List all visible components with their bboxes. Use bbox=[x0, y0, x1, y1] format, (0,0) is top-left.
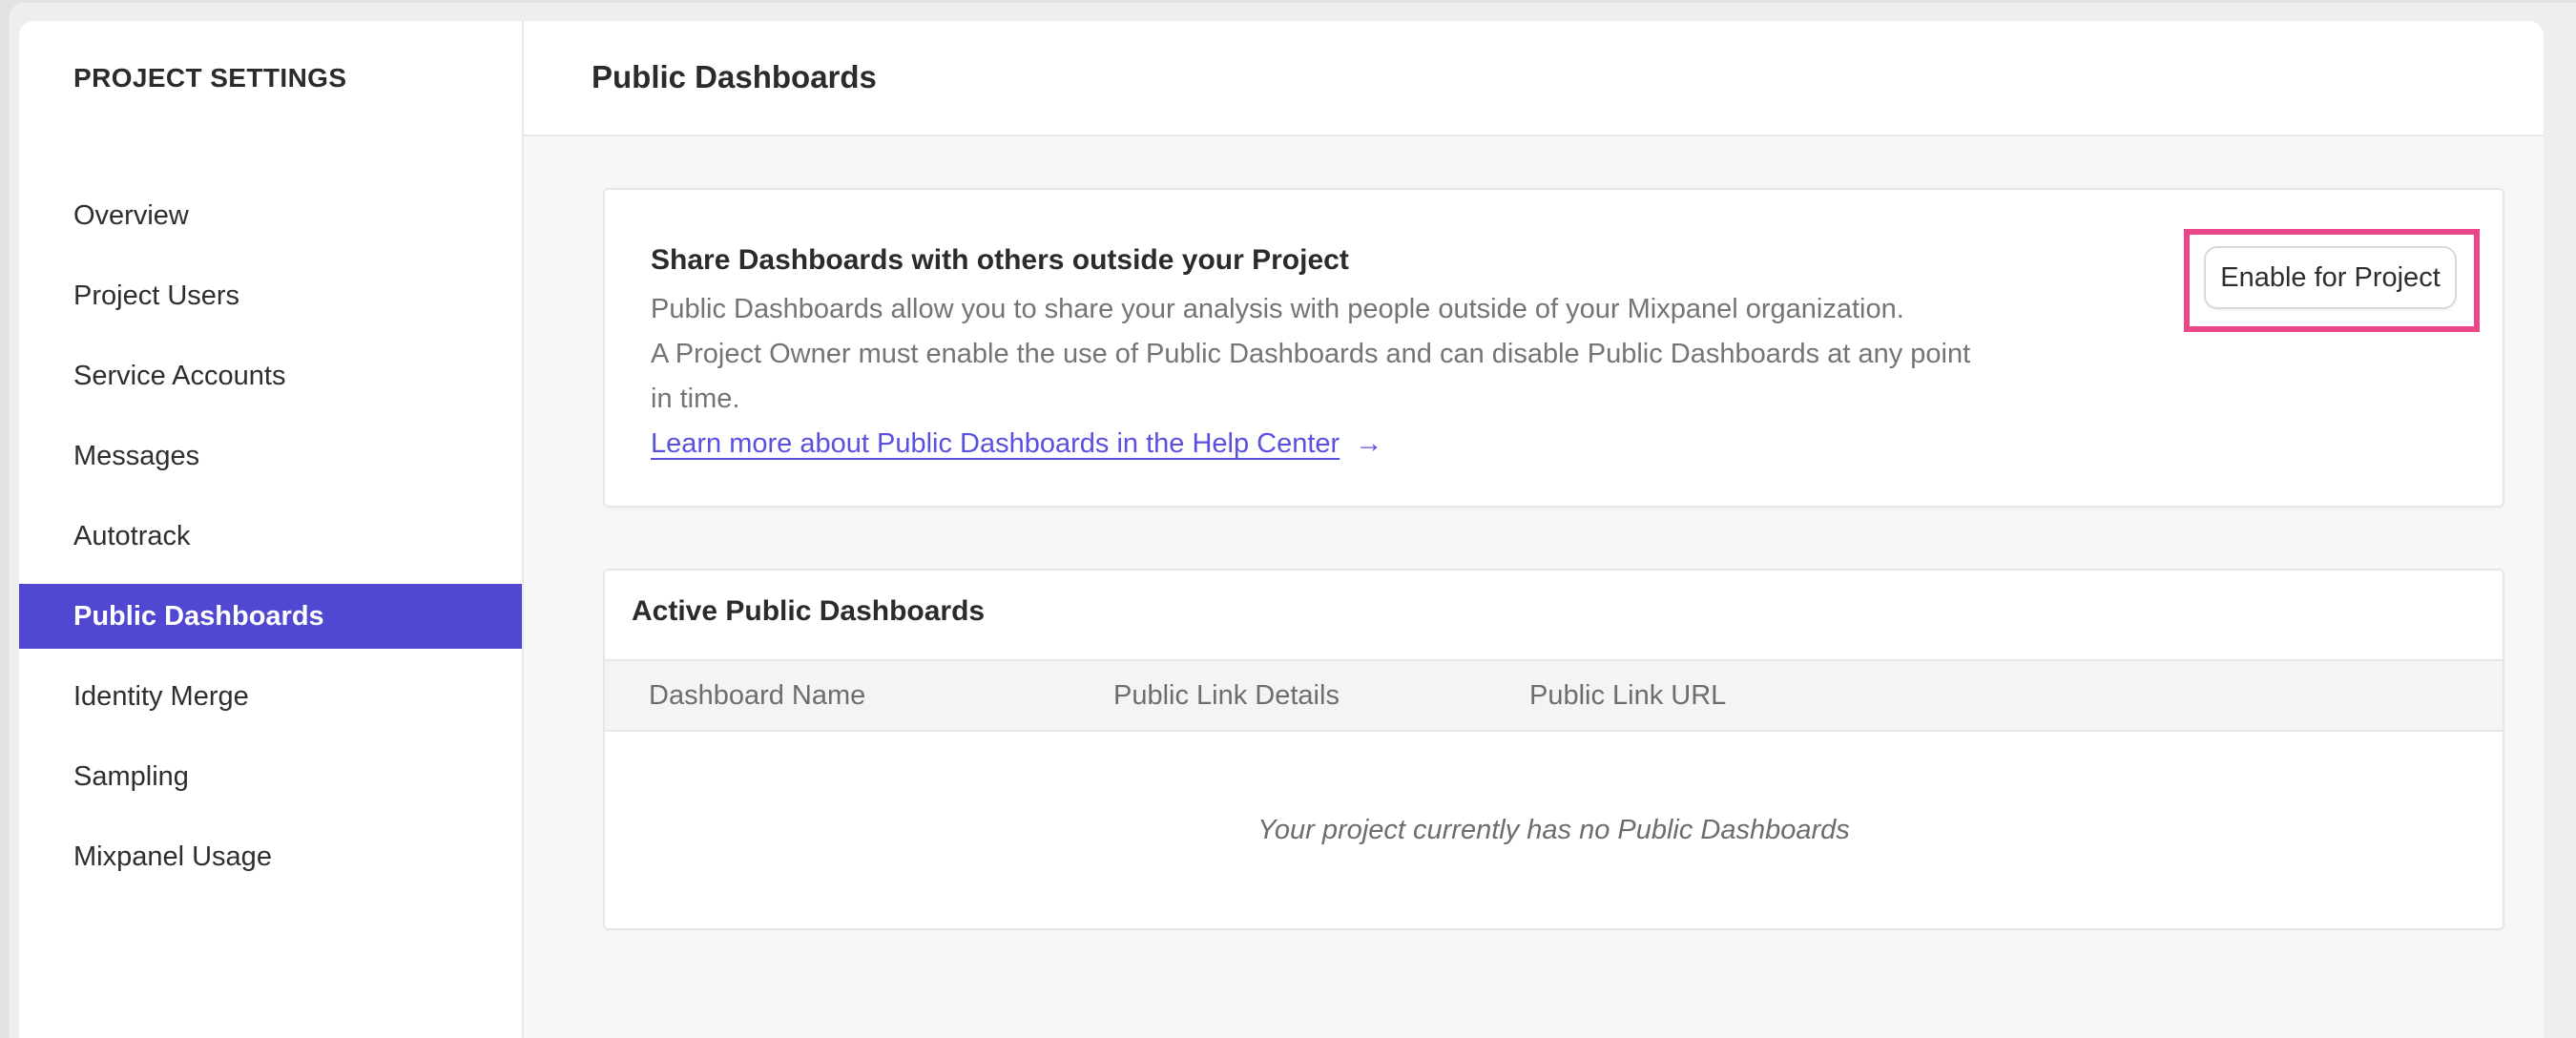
sidebar-item-service-accounts[interactable]: Service Accounts bbox=[19, 343, 522, 408]
sidebar-item-sampling[interactable]: Sampling bbox=[19, 744, 522, 809]
share-card-description: Public Dashboards allow you to share you… bbox=[651, 287, 1970, 422]
sidebar-item-public-dashboards[interactable]: Public Dashboards bbox=[19, 584, 522, 649]
sidebar-item-overview[interactable]: Overview bbox=[19, 183, 522, 248]
arrow-right-icon: → bbox=[1355, 428, 1383, 459]
project-settings-sidebar: PROJECT SETTINGS Overview Project Users … bbox=[19, 21, 522, 1038]
help-center-link[interactable]: Learn more about Public Dashboards in th… bbox=[651, 428, 1340, 459]
empty-state-message: Your project currently has no Public Das… bbox=[1257, 814, 1850, 845]
share-card-description-line-1: Public Dashboards allow you to share you… bbox=[651, 294, 1904, 324]
public-dashboards-settings-page: { "sidebar": { "title": "PROJECT SETTING… bbox=[0, 0, 2576, 1038]
main-area: Public Dashboards Share Dashboards with … bbox=[524, 21, 2544, 1038]
main-content: Share Dashboards with others outside you… bbox=[524, 136, 2544, 1038]
active-dashboards-card: Active Public Dashboards Dashboard Name … bbox=[603, 569, 2504, 930]
enable-for-project-button[interactable]: Enable for Project bbox=[2204, 246, 2457, 309]
sidebar-item-mixpanel-usage[interactable]: Mixpanel Usage bbox=[19, 824, 522, 889]
sidebar-item-autotrack[interactable]: Autotrack bbox=[19, 504, 522, 569]
main-header: Public Dashboards bbox=[524, 21, 2544, 136]
sidebar-title: PROJECT SETTINGS bbox=[73, 63, 347, 93]
share-dashboards-card: Share Dashboards with others outside you… bbox=[603, 188, 2504, 508]
share-card-description-line-3: in time. bbox=[651, 384, 740, 414]
column-dashboard-name: Dashboard Name bbox=[649, 680, 866, 711]
page-title: Public Dashboards bbox=[592, 59, 877, 94]
sidebar-item-identity-merge[interactable]: Identity Merge bbox=[19, 664, 522, 729]
column-public-link-url: Public Link URL bbox=[1529, 680, 1727, 711]
sidebar-item-project-users[interactable]: Project Users bbox=[19, 263, 522, 328]
help-link-row: Learn more about Public Dashboards in th… bbox=[651, 428, 1382, 460]
active-dashboards-title: Active Public Dashboards bbox=[632, 595, 986, 627]
settings-panel: PROJECT SETTINGS Overview Project Users … bbox=[19, 21, 2544, 1038]
sidebar-item-messages[interactable]: Messages bbox=[19, 424, 522, 488]
share-card-description-line-2: A Project Owner must enable the use of P… bbox=[651, 339, 1971, 369]
table-header-row: Dashboard Name Public Link Details Publi… bbox=[605, 659, 2503, 732]
share-card-title: Share Dashboards with others outside you… bbox=[651, 244, 1349, 276]
sidebar-nav: Overview Project Users Service Accounts … bbox=[19, 183, 522, 904]
column-public-link-details: Public Link Details bbox=[1113, 680, 1340, 711]
